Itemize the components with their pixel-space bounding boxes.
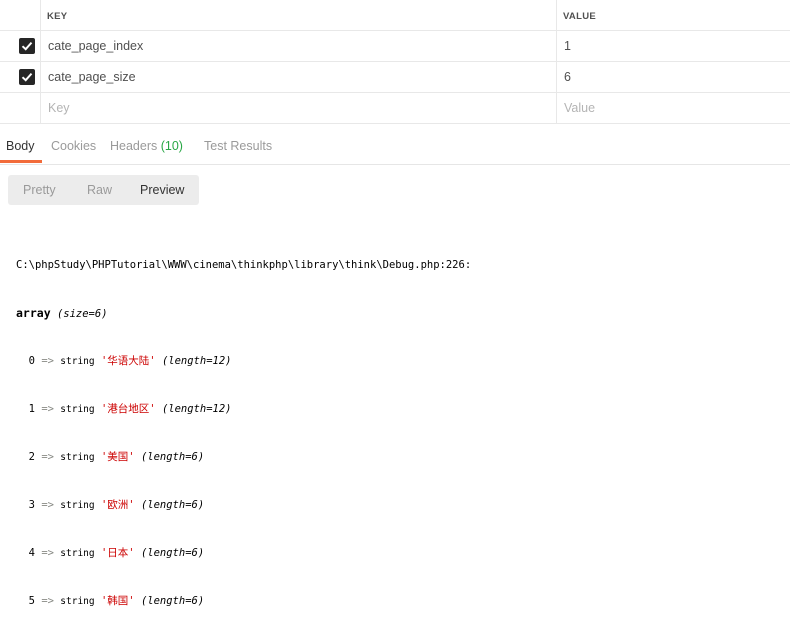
param-enabled-checkbox[interactable]: [19, 69, 35, 85]
param-value-text: 1: [564, 39, 571, 53]
response-tabs: Body Cookies Headers (10) Test Results: [0, 124, 790, 165]
key-placeholder: Key: [48, 101, 70, 115]
param-key-text: cate_page_size: [48, 70, 136, 84]
item-value: '欧洲': [100, 499, 135, 511]
array-header: array (size=6): [16, 305, 471, 321]
item-length: (length=6): [140, 595, 205, 607]
value-placeholder: Value: [564, 101, 596, 115]
key-column-header: KEY: [41, 0, 557, 30]
arrow-token: =>: [41, 355, 54, 367]
arrow-token: =>: [41, 403, 54, 415]
param-key-field[interactable]: cate_page_index: [41, 31, 557, 61]
tab-headers[interactable]: Headers (10): [110, 139, 183, 153]
array-item: 2 => string '美国' (length=6): [16, 449, 471, 465]
param-check-cell: [0, 31, 41, 61]
item-value: '日本': [100, 547, 135, 559]
view-mode-toggle: Pretty Raw Preview: [8, 175, 199, 205]
checkmark-icon: [21, 72, 33, 82]
item-length: (length=12): [161, 355, 232, 367]
item-index: 4: [28, 547, 35, 559]
item-type: string: [60, 500, 95, 511]
item-length: (length=6): [140, 451, 205, 463]
tab-headers-label: Headers: [110, 139, 158, 153]
array-item: 5 => string '韩国' (length=6): [16, 593, 471, 609]
arrow-token: =>: [41, 451, 54, 463]
array-item: 0 => string '华语大陆' (length=12): [16, 353, 471, 369]
arrow-token: =>: [41, 595, 54, 607]
item-index: 5: [28, 595, 35, 607]
arrow-token: =>: [41, 499, 54, 511]
tab-cookies[interactable]: Cookies: [51, 139, 96, 153]
item-index: 2: [28, 451, 35, 463]
params-header-row: KEY VALUE: [0, 0, 790, 31]
pretty-button[interactable]: Pretty: [23, 183, 56, 197]
item-length: (length=6): [140, 547, 205, 559]
item-type: string: [60, 404, 95, 415]
tab-body[interactable]: Body: [6, 139, 35, 153]
param-key-text: cate_page_index: [48, 39, 144, 53]
item-index: 1: [28, 403, 35, 415]
param-value-field[interactable]: 1: [557, 31, 790, 61]
new-value-input[interactable]: Value: [557, 93, 790, 123]
new-param-row: Key Value: [0, 93, 790, 124]
item-value: '华语大陆': [100, 355, 156, 367]
item-length: (length=12): [161, 403, 232, 415]
response-preview: C:\phpStudy\PHPTutorial\WWW\cinema\think…: [16, 225, 471, 625]
active-tab-indicator: [0, 160, 42, 163]
param-row: cate_page_size 6: [0, 62, 790, 93]
item-value: '港台地区': [100, 403, 156, 415]
param-value-field[interactable]: 6: [557, 62, 790, 92]
new-param-check-cell: [0, 93, 41, 123]
item-value: '韩国': [100, 595, 135, 607]
value-header-label: VALUE: [563, 11, 596, 22]
item-length: (length=6): [140, 499, 205, 511]
array-item: 1 => string '港台地区' (length=12): [16, 401, 471, 417]
item-type: string: [60, 452, 95, 463]
array-item: 4 => string '日本' (length=6): [16, 545, 471, 561]
item-index: 0: [28, 355, 35, 367]
item-type: string: [60, 356, 95, 367]
param-value-text: 6: [564, 70, 571, 84]
preview-button[interactable]: Preview: [140, 183, 184, 197]
raw-button[interactable]: Raw: [87, 183, 112, 197]
debug-file-path: C:\phpStudy\PHPTutorial\WWW\cinema\think…: [16, 259, 472, 271]
item-value: '美国': [100, 451, 135, 463]
param-key-field[interactable]: cate_page_size: [41, 62, 557, 92]
array-size: (size=6): [56, 308, 108, 320]
headers-count-badge: (10): [160, 139, 183, 153]
array-keyword: array: [16, 306, 51, 320]
item-index: 3: [28, 499, 35, 511]
item-type: string: [60, 548, 95, 559]
arrow-token: =>: [41, 547, 54, 559]
new-key-input[interactable]: Key: [41, 93, 557, 123]
query-params-table: KEY VALUE cate_page_index 1 cate_page_si…: [0, 0, 790, 124]
tab-test-results[interactable]: Test Results: [204, 139, 272, 153]
key-header-label: KEY: [47, 11, 68, 22]
param-enabled-checkbox[interactable]: [19, 38, 35, 54]
array-item: 3 => string '欧洲' (length=6): [16, 497, 471, 513]
param-row: cate_page_index 1: [0, 31, 790, 62]
header-check-cell: [0, 0, 41, 30]
value-column-header: VALUE: [557, 0, 790, 30]
checkmark-icon: [21, 41, 33, 51]
param-check-cell: [0, 62, 41, 92]
item-type: string: [60, 596, 95, 607]
